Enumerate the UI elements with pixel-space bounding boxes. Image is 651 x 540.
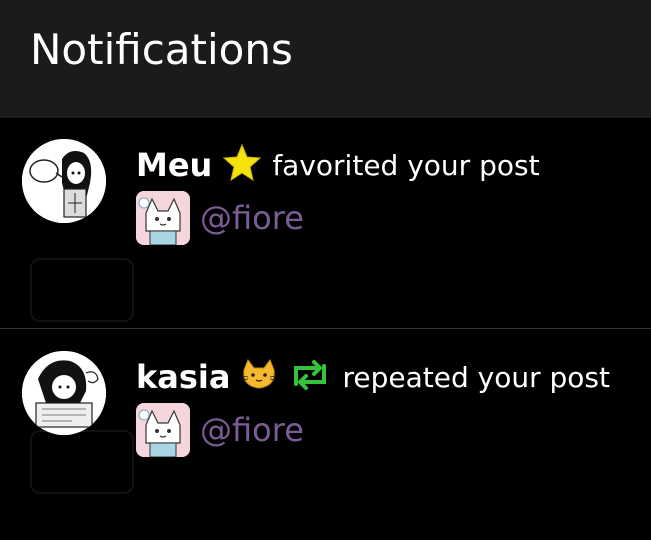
app-header: Notifications [0, 0, 651, 118]
target-handle[interactable]: @fiore [200, 411, 304, 449]
action-text: repeated your post [342, 360, 610, 394]
target-account[interactable]: @fiore [136, 190, 304, 246]
username[interactable]: kasia [136, 358, 230, 396]
notification-item[interactable]: kasia repeated your post @fiore [0, 330, 651, 540]
page-title: Notifications [30, 25, 293, 74]
target-handle[interactable]: @fiore [200, 199, 304, 237]
target-avatar [136, 403, 190, 457]
divider [0, 328, 651, 329]
target-account[interactable]: @fiore [136, 402, 304, 458]
avatar[interactable] [22, 139, 106, 223]
notification-header: kasia repeated your post [136, 355, 610, 399]
repeat-icon [288, 358, 332, 396]
cat-emoji-icon [240, 358, 278, 396]
target-avatar [136, 191, 190, 245]
star-icon [222, 143, 262, 187]
avatar[interactable] [22, 351, 106, 435]
username[interactable]: Meu [136, 146, 212, 184]
user-avatar-image [22, 351, 106, 435]
notification-header: Meu favorited your post [136, 143, 540, 187]
notification-item[interactable]: Meu favorited your post @fiore [0, 118, 651, 328]
user-avatar-image [22, 139, 106, 223]
action-text: favorited your post [272, 148, 540, 182]
